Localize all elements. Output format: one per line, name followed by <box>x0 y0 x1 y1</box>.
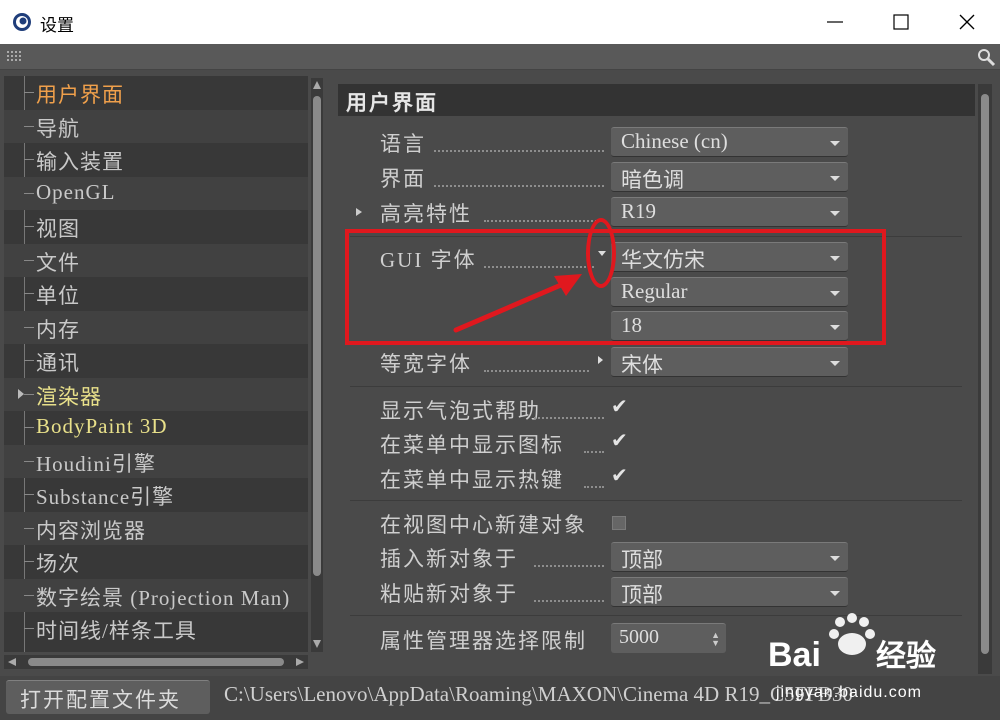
open-config-folder-button[interactable]: 打开配置文件夹 <box>6 680 210 714</box>
chevron-down-icon <box>830 556 840 561</box>
stepper-icon[interactable]: ▲ ▼ <box>711 631 720 648</box>
panel-vertical-scrollbar[interactable] <box>978 84 992 674</box>
sidebar-item-takes[interactable]: 场次 <box>4 545 308 579</box>
chevron-down-icon <box>830 176 840 181</box>
highlight-label: 高亮特性 <box>380 202 472 226</box>
close-icon <box>959 14 975 30</box>
close-button[interactable] <box>934 0 1000 44</box>
sidebar-item-units[interactable]: 单位 <box>4 277 308 311</box>
panel-header: 用户界面 <box>338 84 975 116</box>
new-object-center-checkbox[interactable] <box>612 516 626 530</box>
sidebar-item-projection-man[interactable]: 数字绘景 (Projection Man) <box>4 578 308 612</box>
attr-limit-input[interactable]: 5000 ▲ ▼ <box>611 623 726 653</box>
annotation-ellipse <box>586 218 616 288</box>
cinema4d-app-icon <box>13 13 31 31</box>
config-path: C:\Users\Lenovo\AppData\Roaming\MAXON\Ci… <box>224 682 853 706</box>
sidebar-item-communication[interactable]: 通讯 <box>4 344 308 378</box>
paste-new-label: 粘贴新对象于 <box>380 582 518 606</box>
attr-limit-label: 属性管理器选择限制 <box>380 629 587 653</box>
sidebar-item-content-browser[interactable]: 内容浏览器 <box>4 511 308 545</box>
bubble-help-checkbox[interactable]: ✔ <box>611 394 628 419</box>
language-dropdown[interactable]: Chinese (cn) <box>611 127 848 157</box>
baidu-jingyan-watermark: Bai 经验 <box>768 613 936 674</box>
sidebar-item-memory[interactable]: 内存 <box>4 310 308 344</box>
sidebar-vertical-scrollbar[interactable] <box>311 78 323 652</box>
mono-font-dropdown[interactable]: 宋体 <box>611 347 848 377</box>
svg-text:经验: 经验 <box>876 639 936 674</box>
menu-hotkeys-checkbox[interactable]: ✔ <box>611 463 628 488</box>
menu-icons-checkbox[interactable]: ✔ <box>611 428 628 453</box>
expand-arrow-icon[interactable] <box>356 208 362 216</box>
scroll-right-icon[interactable] <box>296 658 304 666</box>
sidebar-tree: 用户界面 导航 输入装置 OpenGL 视图 文件 单位 内存 通讯 渲染器 B… <box>4 76 308 652</box>
sidebar-item-input-devices[interactable]: 输入装置 <box>4 143 308 177</box>
chevron-down-icon <box>830 591 840 596</box>
sidebar-item-viewport[interactable]: 视图 <box>4 210 308 244</box>
annotation-arrow-icon <box>453 274 582 333</box>
sidebar-item-opengl[interactable]: OpenGL <box>4 176 308 210</box>
sidebar-item-substance[interactable]: Substance引擎 <box>4 478 308 512</box>
title-bar: 设置 <box>0 0 1000 44</box>
scrollbar-thumb[interactable] <box>981 94 989 654</box>
window-title: 设置 <box>40 16 74 36</box>
chevron-down-icon <box>830 141 840 146</box>
minimize-button[interactable] <box>802 0 868 44</box>
maximize-icon <box>893 14 909 30</box>
sidebar-item-user-interface[interactable]: 用户界面 <box>4 76 308 110</box>
chevron-down-icon <box>830 211 840 216</box>
sidebar-item-timeline-spline[interactable]: 时间线/样条工具 <box>4 612 308 646</box>
scrollbar-thumb[interactable] <box>28 658 284 666</box>
insert-new-label: 插入新对象于 <box>380 547 518 571</box>
scroll-down-icon[interactable] <box>313 640 321 648</box>
font-menu-arrow-icon[interactable] <box>598 356 603 364</box>
maximize-button[interactable] <box>868 0 934 44</box>
mono-font-label: 等宽字体 <box>380 352 472 376</box>
insert-new-dropdown[interactable]: 顶部 <box>611 542 848 572</box>
search-icon[interactable] <box>976 47 996 67</box>
interface-dropdown[interactable]: 暗色调 <box>611 162 848 192</box>
sidebar-item-renderer[interactable]: 渲染器 <box>4 377 308 411</box>
menu-hotkeys-label: 在菜单中显示热键 <box>380 468 564 492</box>
toolbar <box>0 44 1000 70</box>
interface-label: 界面 <box>380 167 426 191</box>
sidebar-horizontal-scrollbar[interactable] <box>4 655 308 669</box>
panel-title: 用户界面 <box>346 91 438 115</box>
bubble-help-label: 显示气泡式帮助 <box>380 399 541 423</box>
paste-new-dropdown[interactable]: 顶部 <box>611 577 848 607</box>
highlight-dropdown[interactable]: R19 <box>611 197 848 227</box>
sidebar-item-navigation[interactable]: 导航 <box>4 109 308 143</box>
scrollbar-thumb[interactable] <box>313 96 321 576</box>
grip-icon[interactable] <box>6 49 22 65</box>
language-label: 语言 <box>380 132 426 156</box>
menu-icons-label: 在菜单中显示图标 <box>380 433 564 457</box>
watermark-url: jingyan.baidu.com <box>776 684 922 701</box>
sidebar-item-bodypaint[interactable]: BodyPaint 3D <box>4 411 308 445</box>
sidebar-item-houdini[interactable]: Houdini引擎 <box>4 444 308 478</box>
minimize-icon <box>827 21 843 23</box>
sidebar-item-files[interactable]: 文件 <box>4 243 308 277</box>
scroll-up-icon[interactable] <box>313 81 321 89</box>
svg-text:Bai: Bai <box>768 636 821 674</box>
new-object-center-label: 在视图中心新建对象 <box>380 513 587 537</box>
scroll-left-icon[interactable] <box>8 658 16 666</box>
chevron-down-icon <box>830 361 840 366</box>
